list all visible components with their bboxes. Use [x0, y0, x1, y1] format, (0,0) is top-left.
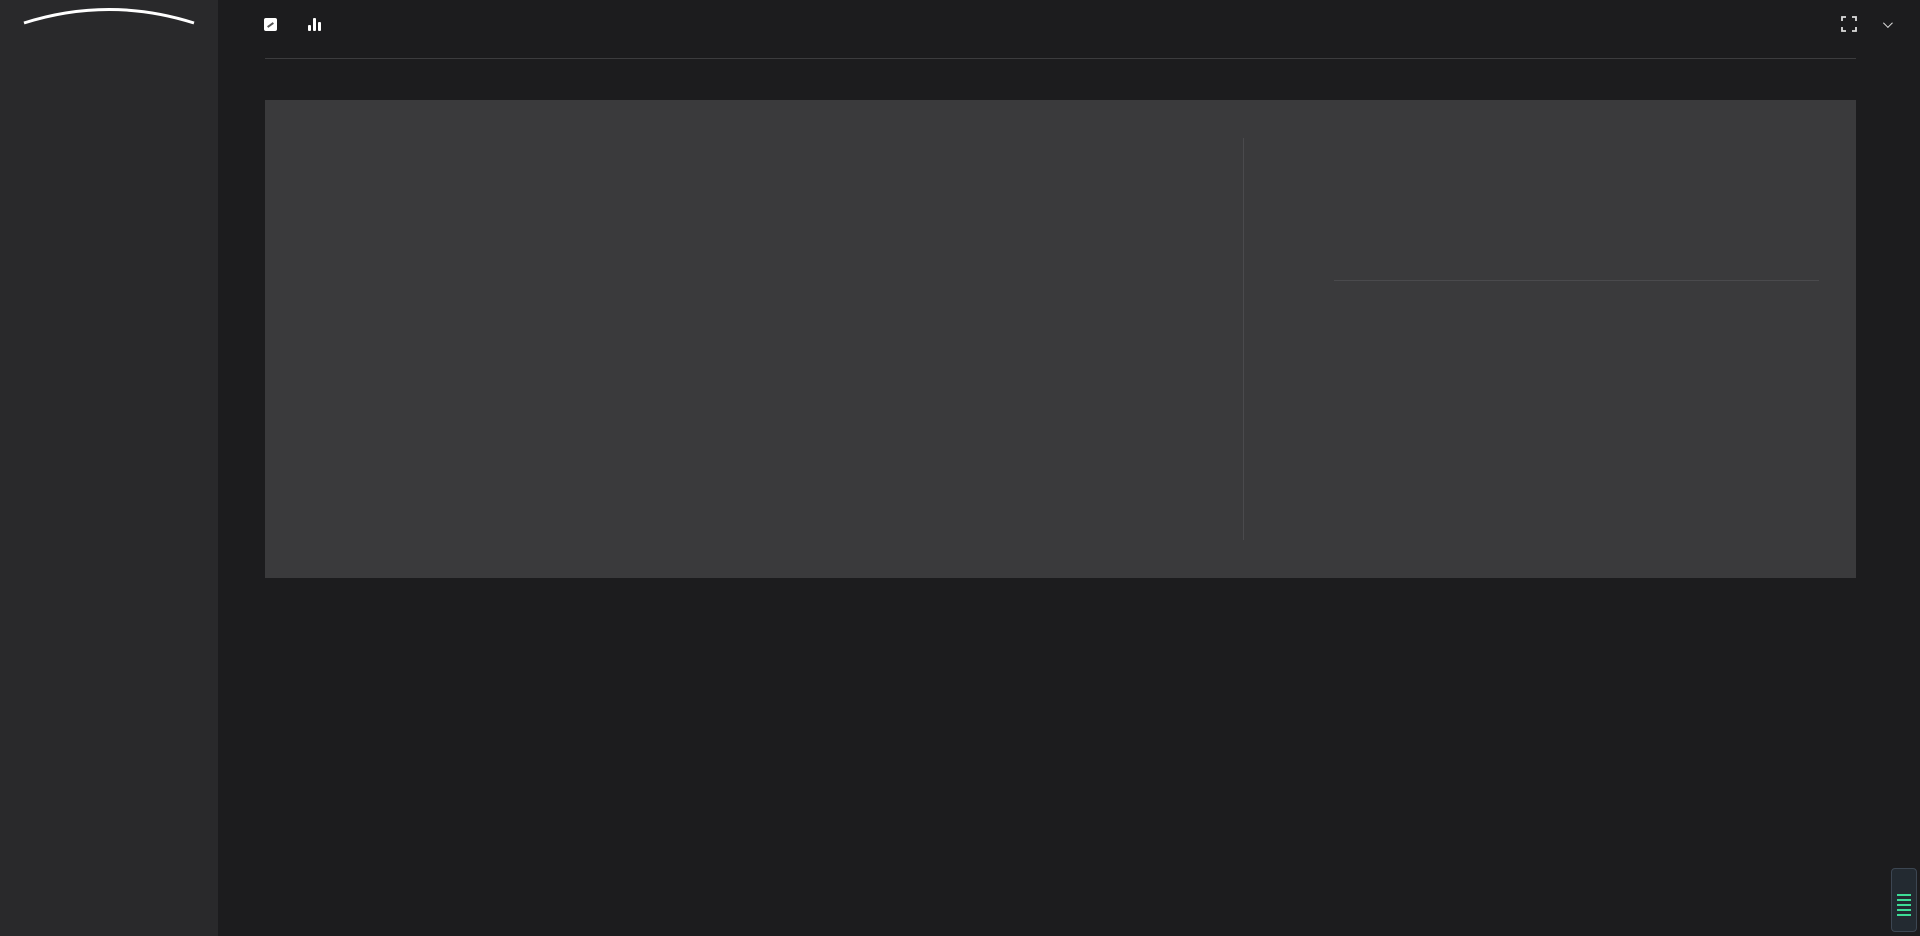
video-table-wrap	[265, 618, 1856, 754]
breadcrumb	[264, 18, 329, 31]
user-menu[interactable]	[1875, 21, 1890, 28]
overview-panel	[265, 100, 1856, 578]
rose-chart-area	[265, 100, 1243, 578]
sidebar	[0, 0, 218, 936]
chevron-down-icon	[1883, 18, 1893, 28]
edit-square-icon	[264, 18, 277, 31]
topbar-divider	[265, 58, 1856, 59]
topbar	[218, 0, 1920, 48]
rose-chart	[265, 100, 1243, 578]
fullscreen-icon[interactable]	[1841, 16, 1857, 32]
floating-widget[interactable]	[1891, 868, 1917, 932]
app-logo[interactable]	[0, 0, 218, 58]
summary-area	[1244, 100, 1856, 578]
horizontal-divider	[1334, 280, 1819, 281]
bar-chart-icon	[308, 18, 322, 31]
main-content	[218, 78, 1920, 754]
logo-arc-icon	[14, 5, 204, 25]
